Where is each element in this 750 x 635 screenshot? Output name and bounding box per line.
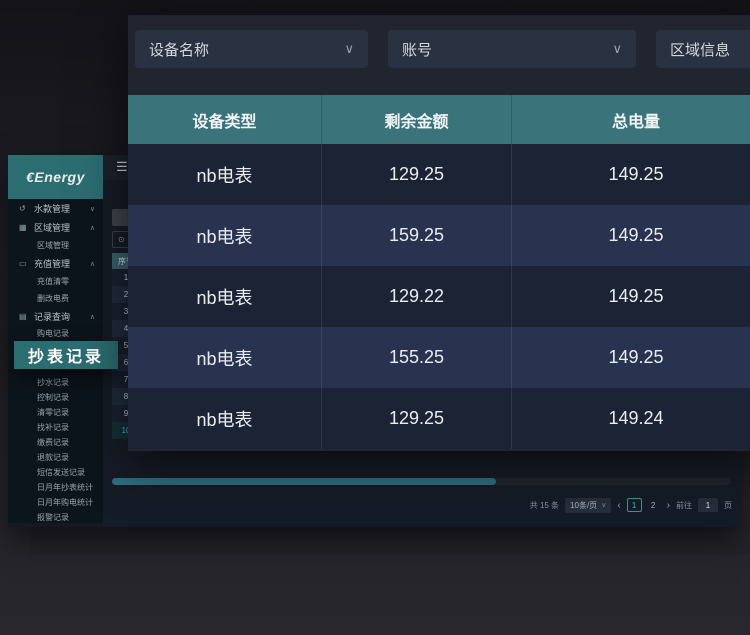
pagination: 共 15 条 10条/页 ∨ ‹ 12 › 前往 1 页 [530,496,732,514]
page-lower-strip [30,527,750,555]
table-row[interactable]: nb电表129.25149.25 [128,144,750,205]
goto-label: 前往 [676,500,692,511]
column-header: 剩余金额 [322,95,512,144]
filter-label: 区域信息 [670,39,730,60]
pagination-total: 共 15 条 [530,500,559,511]
table-cell: 155.25 [322,327,512,388]
chevron-up-icon: ∧ [90,260,95,268]
sidebar-item[interactable]: 日月年抄表统计 [8,480,103,495]
sidebar-item[interactable]: 日月年购电统计 [8,495,103,510]
sidebar-item[interactable]: 退款记录 [8,450,103,465]
sidebar-item[interactable]: 找补记录 [8,420,103,435]
chevron-up-icon: ∧ [90,313,95,321]
device-table-header-row: 设备类型剩余金额总电量 [128,95,750,144]
sidebar-section-label: 充值管理 [34,257,85,270]
table-cell: 129.22 [322,266,512,327]
page-number-button-current[interactable]: 1 [627,498,642,512]
sidebar: €Energy ↺ 水款管理 ∨ ▦ 区域管理 ∧ 区域管理 ▭ 充值管理 ∧ 充值清零删改电费 ▤ 记… [8,155,103,523]
sidebar-item[interactable]: 抄水记录 [8,375,103,390]
sidebar-item[interactable]: 删改电费 [8,290,103,307]
hamburger-menu-icon[interactable]: ☰ [116,159,128,175]
filter-label: 账号 [402,39,432,60]
sidebar-section-0[interactable]: ↺ 水款管理 ∨ [8,199,103,218]
filter-select-1[interactable]: 账号 ∨ [388,30,636,68]
table-cell: nb电表 [128,205,322,266]
table-cell: nb电表 [128,388,322,449]
sidebar-item[interactable]: 充值清零 [8,273,103,290]
sidebar-item[interactable]: 缴费记录 [8,435,103,450]
table-cell: 149.25 [512,205,750,266]
chevron-down-icon: ∨ [601,501,606,509]
device-table-body: nb电表129.25149.25nb电表159.25149.25nb电表129.… [128,144,750,449]
table-panel: 设备名称∨账号∨区域信息 设备类型剩余金额总电量 nb电表129.25149.2… [128,15,750,451]
sidebar-item[interactable]: 区域管理 [8,237,103,254]
goto-page-input[interactable]: 1 [698,498,718,512]
sidebar-section-label: 区域管理 [34,221,85,234]
chevron-down-icon: ∨ [612,41,622,57]
prev-page-button[interactable]: ‹ [617,500,620,511]
column-header: 总电量 [512,95,750,144]
horizontal-scrollbar-track[interactable] [112,478,731,485]
payment-icon: ↺ [19,204,29,213]
sidebar-section-3[interactable]: ▤ 记录查询 ∧ [8,307,103,326]
table-cell: nb电表 [128,266,322,327]
selected-menu-item-meter-records[interactable]: 抄表记录 [14,341,118,369]
filter-bar: 设备名称 ∨ 账号 ∨ 区域信息 [135,30,750,68]
table-row[interactable]: nb电表129.22149.25 [128,266,750,327]
sidebar-item[interactable]: 清零记录 [8,405,103,420]
column-header: 设备类型 [128,95,322,144]
sidebar-item[interactable]: 购电记录 [8,326,103,341]
sidebar-item[interactable]: 短信发送记录 [8,465,103,480]
next-page-button[interactable]: › [667,500,670,511]
chevron-down-icon: ∨ [344,41,354,57]
filter-label: 设备名称 [149,39,209,60]
clock-icon: ⊙ [118,235,125,244]
page-size-select[interactable]: 10条/页 ∨ [565,498,611,513]
pagination-pages: 12 [627,498,661,512]
page-number-button[interactable]: 2 [646,498,661,512]
recharge-icon: ▭ [19,259,29,268]
table-cell: 149.25 [512,144,750,205]
device-table: 设备类型剩余金额总电量 nb电表129.25149.25nb电表159.2514… [128,95,750,449]
filter-select-2[interactable]: 区域信息 [656,30,750,68]
table-cell: 159.25 [322,205,512,266]
table-cell: 129.25 [322,144,512,205]
sidebar-item[interactable]: 控制记录 [8,390,103,405]
goto-suffix-label: 页 [724,500,732,511]
table-cell: 129.25 [322,388,512,449]
sidebar-section-label: 水款管理 [34,202,85,215]
table-cell: 149.25 [512,266,750,327]
page-background: ☰ €Energy ↺ 水款管理 ∨ ▦ 区域管理 ∧ 区域管理 ▭ 充值管理 ∧ 充值清零删改电费… [0,0,750,635]
table-row[interactable]: nb电表159.25149.25 [128,205,750,266]
records-icon: ▤ [19,312,29,321]
brand-logo: €Energy [8,155,103,199]
table-row[interactable]: nb电表155.25149.25 [128,327,750,388]
table-cell: 149.25 [512,327,750,388]
sidebar-section-label: 记录查询 [34,310,85,323]
sidebar-item[interactable]: 报警记录 [8,510,103,523]
table-row[interactable]: nb电表129.25149.24 [128,388,750,449]
table-cell: nb电表 [128,327,322,388]
horizontal-scrollbar-thumb[interactable] [112,478,496,485]
region-icon: ▦ [19,223,29,232]
chevron-down-icon: ∨ [90,205,95,213]
table-cell: nb电表 [128,144,322,205]
sidebar-section-2[interactable]: ▭ 充值管理 ∧ [8,254,103,273]
filter-select-0[interactable]: 设备名称 ∨ [135,30,368,68]
table-cell: 149.24 [512,388,750,449]
page-size-value: 10条/页 [570,500,597,511]
sidebar-section-1[interactable]: ▦ 区域管理 ∧ [8,218,103,237]
chevron-up-icon: ∧ [90,224,95,232]
